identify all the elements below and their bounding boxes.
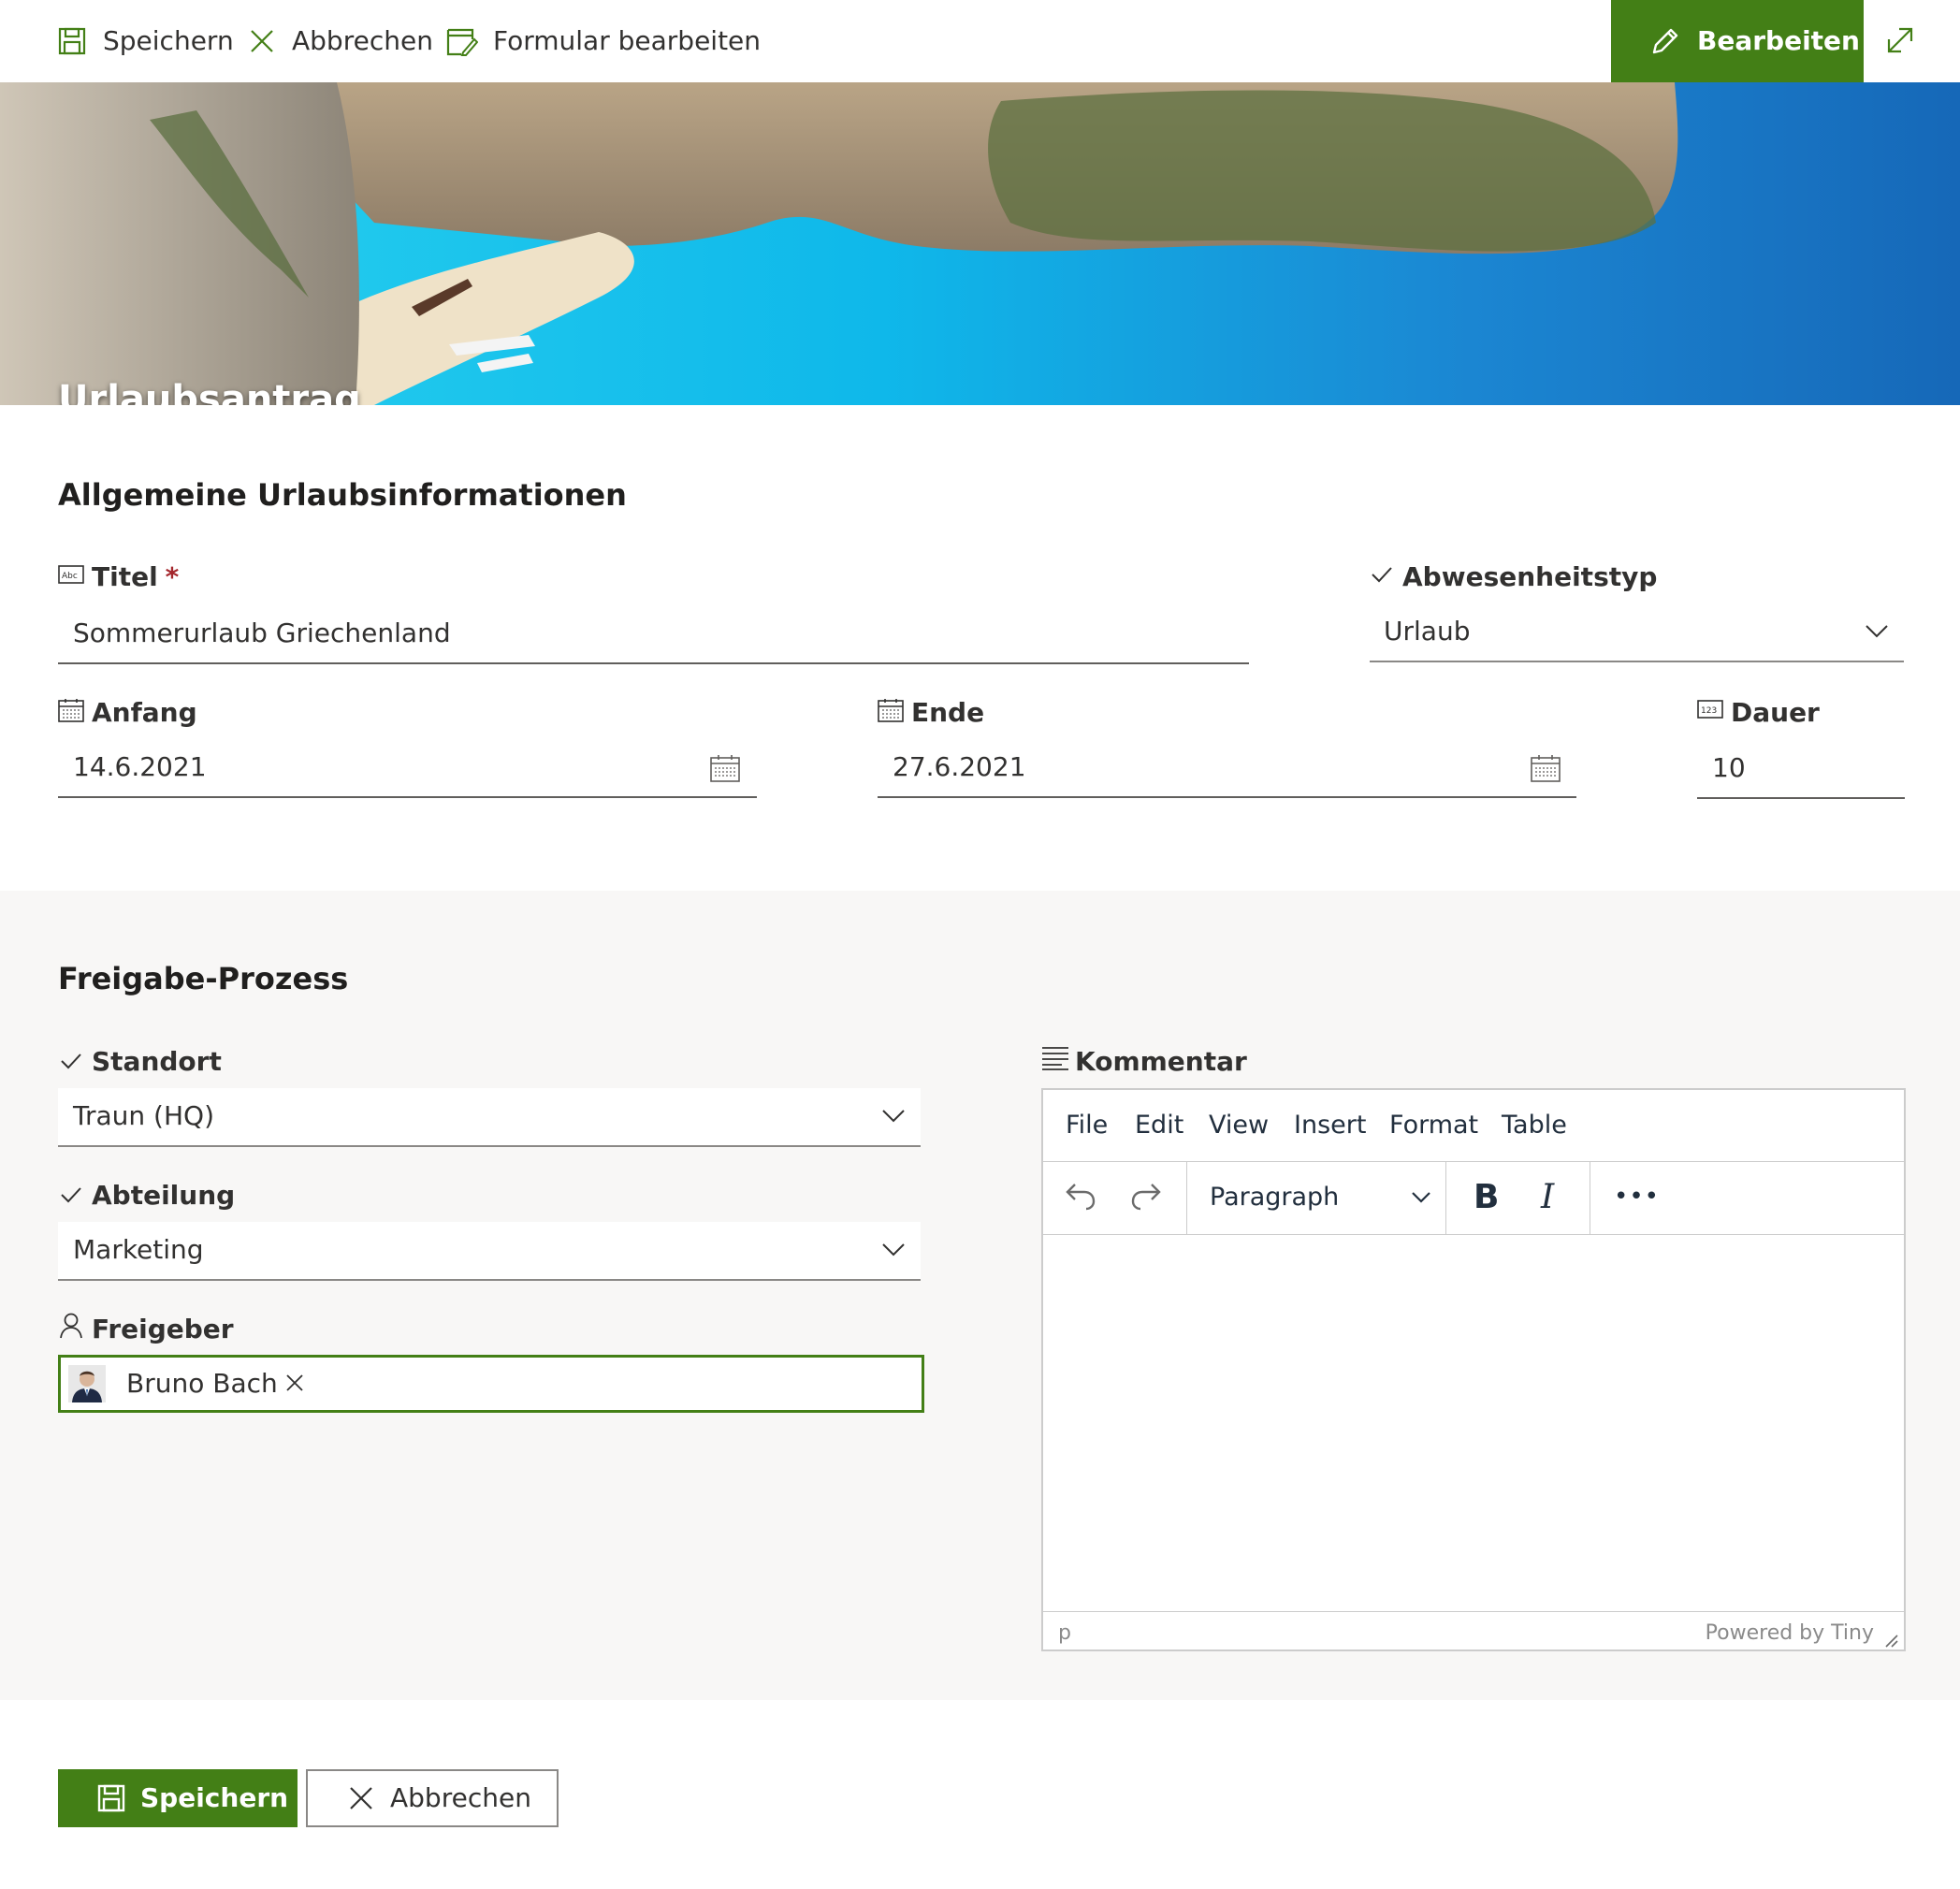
department-label: Abteilung bbox=[92, 1180, 236, 1211]
menu-edit[interactable]: Edit bbox=[1135, 1111, 1183, 1140]
duration-label: Dauer bbox=[1731, 697, 1820, 728]
element-path[interactable]: p bbox=[1058, 1621, 1071, 1645]
check-icon bbox=[1371, 565, 1393, 584]
end-date-input[interactable]: 27.6.2021 bbox=[893, 751, 1491, 782]
check-icon bbox=[60, 1052, 82, 1070]
footer-save-button[interactable]: Speichern bbox=[58, 1769, 298, 1827]
department-dropdown[interactable]: Marketing bbox=[58, 1222, 921, 1281]
number-field-icon: 123 bbox=[1697, 700, 1723, 719]
redo-icon[interactable] bbox=[1129, 1181, 1163, 1211]
section-heading-general: Allgemeine Urlaubsinformationen bbox=[58, 477, 627, 513]
statusbar-divider bbox=[1043, 1611, 1904, 1612]
undo-icon[interactable] bbox=[1064, 1181, 1097, 1211]
duration-underline bbox=[1697, 797, 1905, 799]
expand-icon[interactable] bbox=[1886, 26, 1914, 54]
absence-type-dropdown[interactable]: Urlaub bbox=[1370, 606, 1904, 662]
edit-form-command[interactable]: Formular bearbeiten bbox=[446, 17, 761, 65]
approver-label: Freigeber bbox=[92, 1314, 234, 1344]
comment-label: Kommentar bbox=[1075, 1046, 1247, 1077]
pencil-icon bbox=[1650, 26, 1680, 56]
bold-button[interactable]: B bbox=[1474, 1178, 1499, 1216]
title-input-underline bbox=[58, 662, 1249, 664]
person-icon bbox=[60, 1313, 82, 1339]
absence-type-label: Abwesenheitstyp bbox=[1402, 561, 1658, 592]
svg-text:Abc: Abc bbox=[62, 572, 78, 581]
section-heading-approval: Freigabe-Prozess bbox=[58, 961, 349, 996]
title-input[interactable]: Sommerurlaub Griechenland bbox=[73, 618, 1242, 648]
banner-image bbox=[0, 82, 1960, 405]
block-format-value: Paragraph bbox=[1210, 1183, 1340, 1212]
edit-form-icon bbox=[446, 26, 478, 56]
close-icon bbox=[250, 29, 274, 53]
powered-by-link[interactable]: Powered by Tiny bbox=[1706, 1621, 1874, 1645]
required-marker: * bbox=[165, 561, 180, 592]
duration-input[interactable]: 10 bbox=[1712, 752, 1899, 783]
svg-text:123: 123 bbox=[1701, 706, 1717, 716]
close-icon bbox=[349, 1786, 373, 1810]
location-value: Traun (HQ) bbox=[73, 1100, 214, 1131]
menu-view[interactable]: View bbox=[1209, 1111, 1269, 1140]
calendar-icon bbox=[58, 698, 84, 722]
chevron-down-icon bbox=[1866, 625, 1888, 638]
save-icon bbox=[97, 1784, 125, 1812]
approver-picker[interactable]: Bruno Bach bbox=[58, 1355, 924, 1413]
chevron-down-icon bbox=[882, 1110, 905, 1123]
footer-cancel-button[interactable]: Abbrechen bbox=[306, 1769, 559, 1827]
edit-form-command-label: Formular bearbeiten bbox=[493, 25, 762, 56]
edit-button-label: Bearbeiten bbox=[1697, 25, 1860, 56]
edit-button[interactable]: Bearbeiten bbox=[1611, 0, 1864, 82]
remove-person-icon[interactable] bbox=[285, 1373, 304, 1392]
approver-name: Bruno Bach bbox=[126, 1368, 278, 1399]
command-bar: Speichern Abbrechen Formular bearbeiten … bbox=[0, 0, 1960, 82]
absence-type-value: Urlaub bbox=[1384, 616, 1471, 647]
check-icon bbox=[60, 1185, 82, 1204]
save-command[interactable]: Speichern bbox=[58, 17, 234, 65]
menu-divider bbox=[1043, 1161, 1904, 1162]
menu-format[interactable]: Format bbox=[1389, 1111, 1478, 1140]
end-date-underline bbox=[878, 796, 1576, 798]
rich-text-editor: File Edit View Insert Format Table Parag… bbox=[1041, 1088, 1906, 1651]
department-value: Marketing bbox=[73, 1234, 204, 1265]
more-options-button[interactable]: ••• bbox=[1614, 1183, 1660, 1211]
menu-table[interactable]: Table bbox=[1502, 1111, 1567, 1140]
avatar bbox=[68, 1365, 106, 1402]
italic-button[interactable]: I bbox=[1541, 1178, 1554, 1216]
start-date-underline bbox=[58, 796, 757, 798]
footer-save-label: Speichern bbox=[140, 1782, 289, 1813]
comment-editor-body[interactable] bbox=[1043, 1235, 1904, 1609]
end-date-label: Ende bbox=[911, 697, 985, 728]
calendar-picker-icon[interactable] bbox=[1531, 754, 1561, 782]
location-label: Standort bbox=[92, 1046, 222, 1077]
chevron-down-icon bbox=[1412, 1192, 1430, 1203]
menu-insert[interactable]: Insert bbox=[1294, 1111, 1366, 1140]
save-icon bbox=[58, 27, 86, 55]
title-field-label: Titel * bbox=[92, 561, 179, 592]
text-field-icon: Abc bbox=[58, 565, 84, 584]
multiline-text-icon bbox=[1041, 1046, 1069, 1070]
title-field-label-text: Titel bbox=[92, 561, 158, 592]
calendar-icon bbox=[878, 698, 904, 722]
resize-handle-icon[interactable] bbox=[1883, 1633, 1898, 1648]
start-date-label: Anfang bbox=[92, 697, 197, 728]
location-dropdown[interactable]: Traun (HQ) bbox=[58, 1088, 921, 1147]
menu-file[interactable]: File bbox=[1066, 1111, 1108, 1140]
toolbar-divider bbox=[1445, 1162, 1446, 1234]
header-banner: Urlaubsantrag bbox=[0, 82, 1960, 405]
footer-cancel-label: Abbrechen bbox=[390, 1782, 531, 1813]
chevron-down-icon bbox=[882, 1243, 905, 1257]
block-format-select[interactable]: Paragraph bbox=[1187, 1162, 1445, 1234]
cancel-command[interactable]: Abbrechen bbox=[248, 17, 433, 65]
cancel-command-label: Abbrechen bbox=[292, 25, 433, 56]
save-command-label: Speichern bbox=[103, 25, 234, 56]
calendar-picker-icon[interactable] bbox=[710, 754, 740, 782]
page-title: Urlaubsantrag bbox=[58, 378, 361, 405]
start-date-input[interactable]: 14.6.2021 bbox=[73, 751, 672, 782]
